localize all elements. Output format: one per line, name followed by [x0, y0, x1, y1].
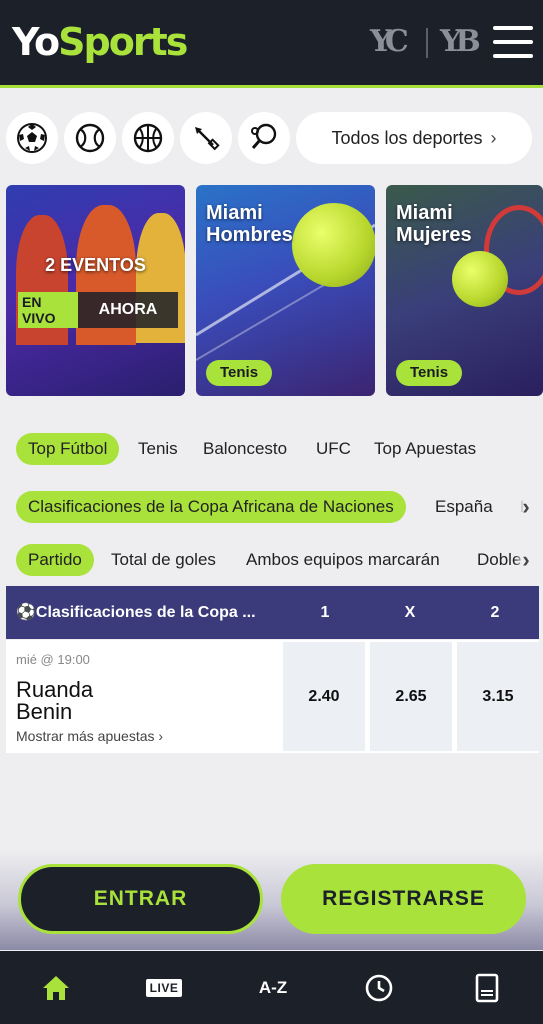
- chevron-right-icon: ›: [490, 127, 497, 148]
- tab-partido[interactable]: Partido: [16, 544, 94, 576]
- league-name: ⚽Clasificaciones de la Copa ...: [16, 586, 256, 639]
- tab-ambos-marcaran[interactable]: Ambos equipos marcarán: [246, 544, 440, 576]
- yb-brand-logo[interactable]: YB: [440, 24, 481, 60]
- betslip-icon: [475, 973, 499, 1002]
- match-time: mié @ 19:00: [16, 652, 90, 667]
- a-z-icon: A-Z: [258, 977, 288, 997]
- tab-baloncesto[interactable]: Baloncesto: [203, 433, 287, 465]
- nav-live[interactable]: LIVE: [134, 951, 194, 1024]
- scroll-right-icon[interactable]: ›: [515, 544, 537, 576]
- live-now-banner: EN VIVO AHORA: [18, 292, 178, 328]
- bottom-nav: LIVE A-Z: [0, 951, 543, 1024]
- tennis-ball-icon: [75, 123, 105, 153]
- more-bets-label: Mostrar más apuestas: [16, 728, 155, 744]
- tab-top-apuestas[interactable]: Top Apuestas: [374, 433, 476, 465]
- card-title: Miami Hombres: [206, 202, 293, 246]
- table-tennis-icon: [251, 123, 277, 149]
- tennis-filter-button[interactable]: [64, 112, 116, 164]
- home-team[interactable]: Ruanda: [16, 679, 93, 701]
- darts-icon: [195, 127, 220, 151]
- darts-filter-button[interactable]: [180, 112, 232, 164]
- all-sports-label: Todos los deportes: [331, 127, 483, 148]
- chevron-right-icon: ›: [158, 728, 164, 744]
- league-tabs: Clasificaciones de la Copa Africana de N…: [0, 491, 543, 523]
- soccer-ball-icon: ⚽: [16, 604, 36, 621]
- miami-women-card[interactable]: Miami Mujeres Tenis: [386, 185, 543, 396]
- card-title: Miami Mujeres: [396, 202, 472, 246]
- scroll-right-icon[interactable]: ›: [515, 491, 537, 523]
- live-events-card[interactable]: 2 EVENTOS EN VIVO AHORA: [6, 185, 185, 396]
- odd-draw-button[interactable]: 2.65: [370, 642, 452, 751]
- card-sport-tag: Tenis: [206, 360, 273, 386]
- tab-total-goles[interactable]: Total de goles: [111, 544, 216, 576]
- tab-espana[interactable]: España: [435, 491, 493, 523]
- miami-men-card[interactable]: Miami Hombres Tenis: [196, 185, 375, 396]
- all-sports-button[interactable]: Todos los deportes ›: [296, 112, 532, 164]
- odd-away-button[interactable]: 3.15: [457, 642, 539, 751]
- basketball-filter-button[interactable]: [122, 112, 174, 164]
- soccer-filter-button[interactable]: [6, 112, 58, 164]
- col-away: 2: [490, 604, 500, 621]
- tab-tenis[interactable]: Tenis: [138, 433, 178, 465]
- table-tennis-filter-button[interactable]: [238, 112, 290, 164]
- nav-home[interactable]: [26, 951, 86, 1024]
- card-sport-tag: Tenis: [396, 360, 463, 386]
- login-button[interactable]: ENTRAR: [18, 864, 263, 934]
- tennis-ball-image: [452, 251, 508, 307]
- col-home: 1: [320, 604, 330, 621]
- nav-history[interactable]: [349, 951, 409, 1024]
- live-events-count: 2 EVENTOS: [45, 255, 146, 275]
- clock-icon: [365, 974, 393, 1001]
- col-draw: X: [404, 604, 416, 621]
- tab-top-futbol[interactable]: Top Fútbol: [16, 433, 120, 465]
- top-bar: YoSports YC YB: [0, 0, 543, 88]
- match-row: mié @ 19:00 Ruanda Benin Mostrar más apu…: [6, 640, 539, 753]
- odd-home-button[interactable]: 2.40: [283, 642, 365, 751]
- now-label: AHORA: [78, 292, 178, 328]
- live-icon: LIVE: [145, 978, 183, 997]
- market-tabs: Partido Total de goles Ambos equipos mar…: [0, 544, 543, 576]
- more-bets-link[interactable]: Mostrar más apuestas ›: [16, 728, 163, 744]
- basketball-icon: [133, 123, 163, 153]
- hamburger-menu-icon[interactable]: [493, 24, 533, 60]
- live-label: EN VIVO: [18, 292, 78, 328]
- logo-sports-text: Sports: [58, 20, 188, 64]
- yc-brand-logo[interactable]: YC: [370, 24, 409, 60]
- yosports-logo[interactable]: YoSports: [12, 18, 188, 66]
- home-icon: [43, 975, 69, 1000]
- logo-yo-text: Yo: [12, 20, 60, 64]
- register-button[interactable]: REGISTRARSE: [281, 864, 526, 934]
- tab-copa-africana[interactable]: Clasificaciones de la Copa Africana de N…: [16, 491, 406, 523]
- soccer-ball-icon: [17, 123, 47, 153]
- away-team[interactable]: Benin: [16, 701, 72, 723]
- brand-divider: [426, 28, 428, 58]
- nav-betslip[interactable]: [457, 951, 517, 1024]
- sport-tabs: Top Fútbol Tenis Baloncesto UFC Top Apue…: [0, 433, 543, 465]
- nav-a-z[interactable]: A-Z: [243, 951, 303, 1024]
- market-header: ⚽Clasificaciones de la Copa ... 1 X 2: [6, 586, 539, 639]
- league-label: Clasificaciones de la Copa ...: [35, 604, 256, 621]
- tab-ufc[interactable]: UFC: [316, 433, 351, 465]
